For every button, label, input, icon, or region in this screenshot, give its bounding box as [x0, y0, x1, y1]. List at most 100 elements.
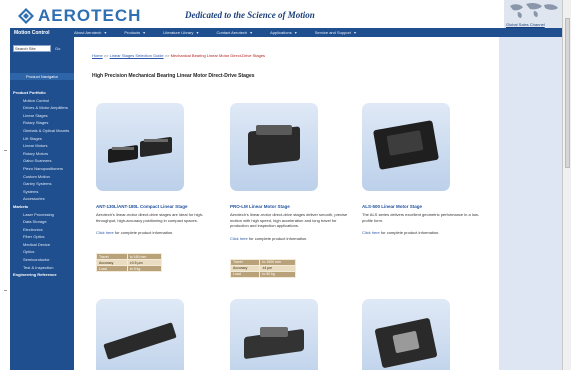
- nav-products[interactable]: Products ▾: [124, 30, 145, 35]
- global-sales-link[interactable]: Global Sales Channel: [506, 22, 545, 27]
- sidebar-item[interactable]: Custom Motion: [13, 173, 73, 181]
- site-header: AEROTECH Dedicated to the Science of Mot…: [10, 0, 562, 28]
- right-column: [499, 37, 562, 370]
- sidebar-item[interactable]: Data Storage: [13, 218, 73, 226]
- chevron-down-icon: ▾: [354, 30, 357, 35]
- browser-page: AEROTECH Dedicated to the Science of Mot…: [0, 0, 571, 370]
- product-photo[interactable]: [96, 299, 184, 370]
- table-row: Load to 50 kg: [229, 270, 296, 278]
- nav-about[interactable]: About Aerotech ▾: [74, 30, 106, 35]
- sidebar-item[interactable]: Gimbals & Optical Mounts: [13, 127, 73, 135]
- spec-label: Load: [96, 265, 128, 273]
- nav-label: Contact Aerotech: [216, 30, 248, 35]
- main-content: Home >> Linear Stages Selection Guide >>…: [74, 37, 499, 370]
- global-sales-map[interactable]: Global Sales Channel: [504, 0, 562, 28]
- breadcrumb-current: Mechanical Bearing Linear Motor Direct-D…: [170, 53, 266, 58]
- nav-label: Literature Library: [163, 30, 194, 35]
- stage-body: [103, 322, 177, 360]
- sidebar-item[interactable]: Drives & Motor Amplifiers: [13, 104, 73, 112]
- site-tagline: Dedicated to the Science of Motion: [185, 10, 315, 20]
- sidebar-item[interactable]: Gantry Systems: [13, 180, 73, 188]
- sidebar-category[interactable]: Engineering Reference: [13, 271, 73, 279]
- spec-label: Load: [229, 270, 261, 278]
- sidebar-item[interactable]: Rotary Stages: [13, 119, 73, 127]
- sidebar-item[interactable]: Linear Stages: [13, 112, 73, 120]
- sidebar-category[interactable]: Markets: [13, 203, 73, 211]
- edge-tick: [4, 290, 7, 291]
- nav-contact[interactable]: Contact Aerotech ▾: [216, 30, 252, 35]
- nav-label: Products: [124, 30, 141, 35]
- chevron-down-icon: ▾: [250, 30, 253, 35]
- sidebar-item[interactable]: Semiconductor: [13, 256, 73, 264]
- spec-table: Travel to 1500 mm Accuracy ±4 µm Load to 50…: [229, 258, 296, 278]
- search-input[interactable]: Search Site: [13, 45, 51, 52]
- product-photo[interactable]: [230, 299, 318, 370]
- product-photo[interactable]: [362, 103, 450, 191]
- sidebar-item[interactable]: Electronics: [13, 226, 73, 234]
- world-map-icon: [510, 2, 558, 18]
- sidebar-item[interactable]: Test & Inspection: [13, 264, 73, 272]
- chevron-down-icon: ▾: [143, 30, 146, 35]
- product-card: [96, 299, 216, 370]
- site-search: Search Site Go: [13, 45, 60, 52]
- nav-service[interactable]: Service and Support ▾: [315, 30, 356, 35]
- product-description: Aerotech's linear-motor direct-drive sta…: [230, 212, 348, 229]
- product-more-info: Click here for complete product informat…: [230, 236, 350, 241]
- nav-label: Applications: [270, 30, 292, 35]
- breadcrumb-separator: >>: [103, 53, 109, 58]
- sidebar-item[interactable]: Galvo Scanners: [13, 157, 73, 165]
- product-photo[interactable]: [362, 299, 450, 370]
- product-photo[interactable]: [96, 103, 184, 191]
- product-name[interactable]: ALS-500 Linear Motor Stage: [362, 204, 482, 209]
- window-left-edge: [0, 0, 10, 370]
- sidebar-item[interactable]: Piezo Nanopositioners: [13, 165, 73, 173]
- sidebar-item[interactable]: Accessories: [13, 195, 73, 203]
- breadcrumb: Home >> Linear Stages Selection Guide >>…: [92, 53, 265, 58]
- scrollbar[interactable]: [562, 0, 571, 370]
- click-here-link[interactable]: Click here: [362, 230, 380, 235]
- more-info-text: for complete product information.: [114, 230, 174, 236]
- sidebar-item[interactable]: Rotary Motors: [13, 150, 73, 158]
- click-here-link[interactable]: Click here: [230, 236, 248, 241]
- product-name[interactable]: PRO-LM Linear Motor Stage: [230, 204, 350, 209]
- website-viewport: AEROTECH Dedicated to the Science of Mot…: [10, 0, 562, 370]
- sidebar-item[interactable]: Optics: [13, 248, 73, 256]
- sidebar-item[interactable]: Laser Processing: [13, 211, 73, 219]
- breadcrumb-home[interactable]: Home: [92, 53, 103, 58]
- sidebar-item[interactable]: Medical Device: [13, 241, 73, 249]
- stage-top: [112, 147, 134, 150]
- more-info-text: for complete product information.: [248, 235, 308, 241]
- edge-tick: [4, 150, 7, 151]
- page-title: High Precision Mechanical Bearing Linear…: [92, 73, 255, 79]
- aerotech-logo[interactable]: AEROTECH: [18, 6, 141, 26]
- sidebar-item[interactable]: Systems: [13, 188, 73, 196]
- product-more-info: Click here for complete product informat…: [362, 230, 482, 235]
- sidebar-item[interactable]: Motion Control: [13, 97, 73, 105]
- product-card: [362, 299, 482, 370]
- sidebar-item[interactable]: Lift Stages: [13, 135, 73, 143]
- product-description: Aerotech's linear-motor direct-drive sta…: [96, 212, 204, 223]
- sidebar-item[interactable]: Fiber Optics: [13, 233, 73, 241]
- table-row: Load to 5 kg: [96, 265, 163, 273]
- logo-text: AEROTECH: [38, 6, 142, 25]
- breadcrumb-section[interactable]: Linear Stages Selection Guide: [110, 53, 164, 58]
- stage-carriage: [260, 327, 288, 337]
- product-card: ALS-500 Linear Motor Stage The ALS serie…: [362, 103, 482, 235]
- chevron-down-icon: ▾: [104, 30, 107, 35]
- left-sidebar: Search Site Go Product Navigator Product…: [10, 37, 74, 370]
- sidebar-category[interactable]: Product Portfolio: [13, 89, 73, 97]
- breadcrumb-separator: >>: [164, 53, 170, 58]
- product-navigator-header: Product Navigator: [10, 73, 74, 80]
- spec-value: to 50 kg: [259, 270, 296, 278]
- sidebar-item[interactable]: Linear Motors: [13, 142, 73, 150]
- product-card: PRO-LM Linear Motor Stage Aerotech's lin…: [229, 103, 350, 278]
- search-go-button[interactable]: Go: [55, 46, 60, 51]
- nav-literature[interactable]: Literature Library ▾: [163, 30, 198, 35]
- product-photo[interactable]: [230, 103, 318, 191]
- product-name[interactable]: ANT-130L/ANT-180L Compact Linear Stage: [96, 204, 216, 209]
- nav-label: About Aerotech: [74, 30, 102, 35]
- scrollbar-thumb[interactable]: [565, 18, 570, 168]
- nav-applications[interactable]: Applications ▾: [270, 30, 297, 35]
- click-here-link[interactable]: Click here: [96, 230, 114, 235]
- product-card: [230, 299, 350, 370]
